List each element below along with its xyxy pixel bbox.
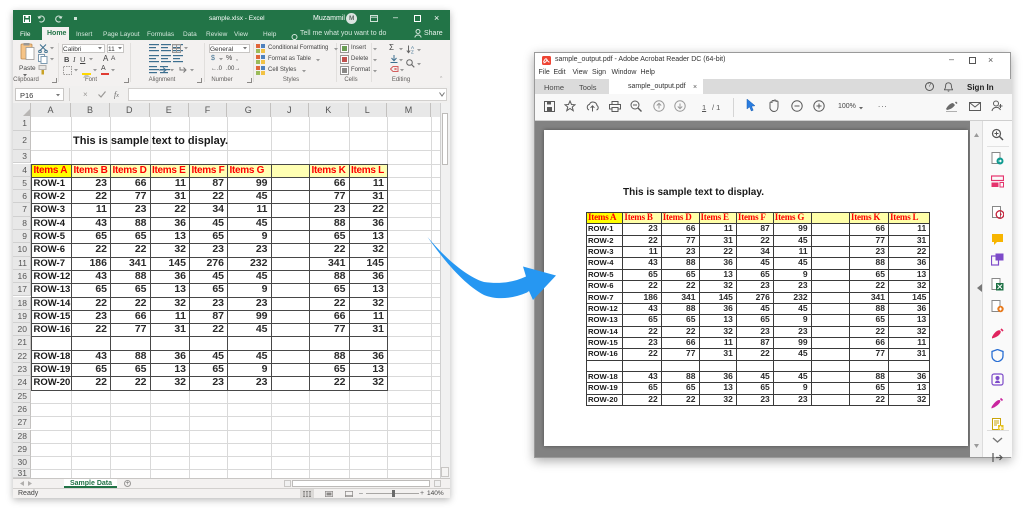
svg-text:Z: Z <box>411 50 414 55</box>
